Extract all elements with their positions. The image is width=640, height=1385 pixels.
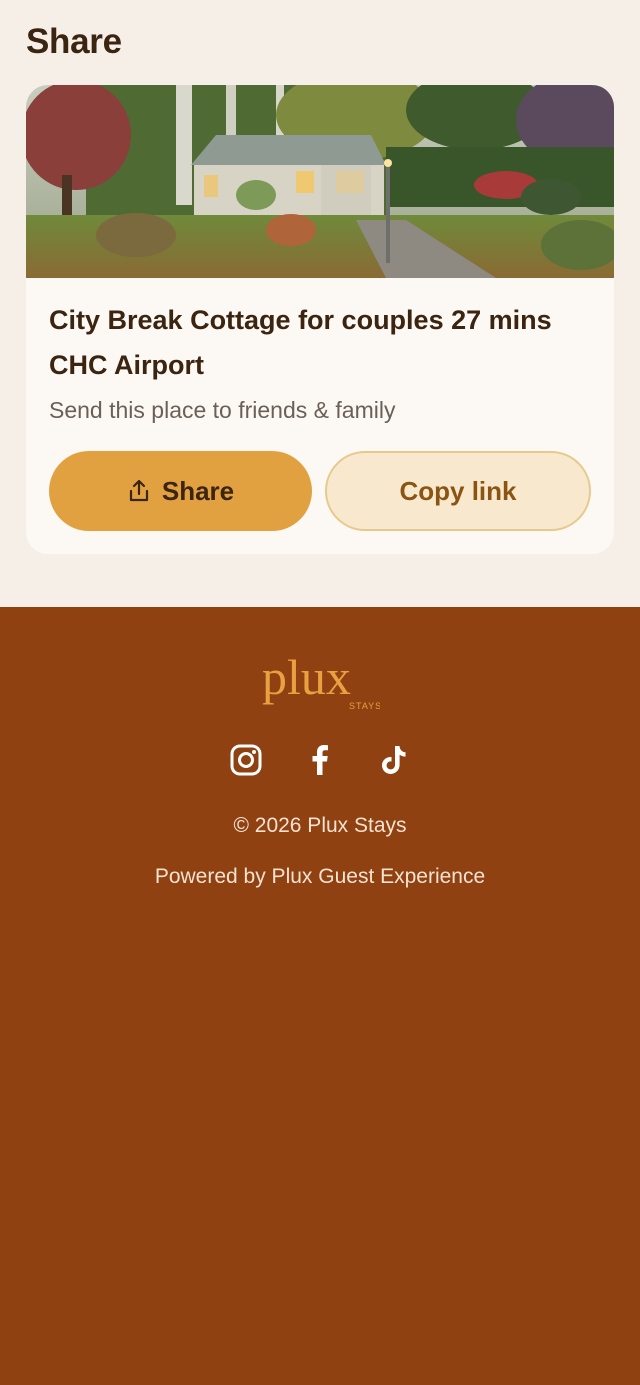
- facebook-icon[interactable]: [304, 742, 336, 778]
- copy-link-label: Copy link: [399, 475, 517, 506]
- svg-text:STAYS: STAYS: [349, 701, 380, 711]
- social-links: [0, 742, 640, 778]
- copyright-text: © 2026 Plux Stays: [233, 814, 407, 837]
- listing-title: City Break Cottage for couples 27 mins C…: [49, 305, 552, 380]
- share-subtitle: Send this place to friends & family: [49, 397, 396, 423]
- powered-by-text: Powered by Plux Guest Experience: [154, 865, 486, 888]
- page-title: Share: [26, 22, 122, 61]
- share-section: Share City Break Cottage for couples 27 …: [0, 0, 640, 607]
- share-button-label: Share: [161, 475, 235, 506]
- share-button[interactable]: Share: [49, 451, 312, 531]
- tiktok-icon[interactable]: [378, 742, 410, 778]
- copy-link-button[interactable]: Copy link: [325, 451, 591, 531]
- listing-photo: [26, 85, 614, 278]
- listing-share-card: City Break Cottage for couples 27 mins C…: [26, 85, 614, 554]
- plux-logo[interactable]: plux STAYS: [0, 648, 640, 719]
- instagram-icon[interactable]: [230, 742, 262, 778]
- share-icon: [129, 479, 148, 502]
- svg-text:plux: plux: [262, 649, 351, 705]
